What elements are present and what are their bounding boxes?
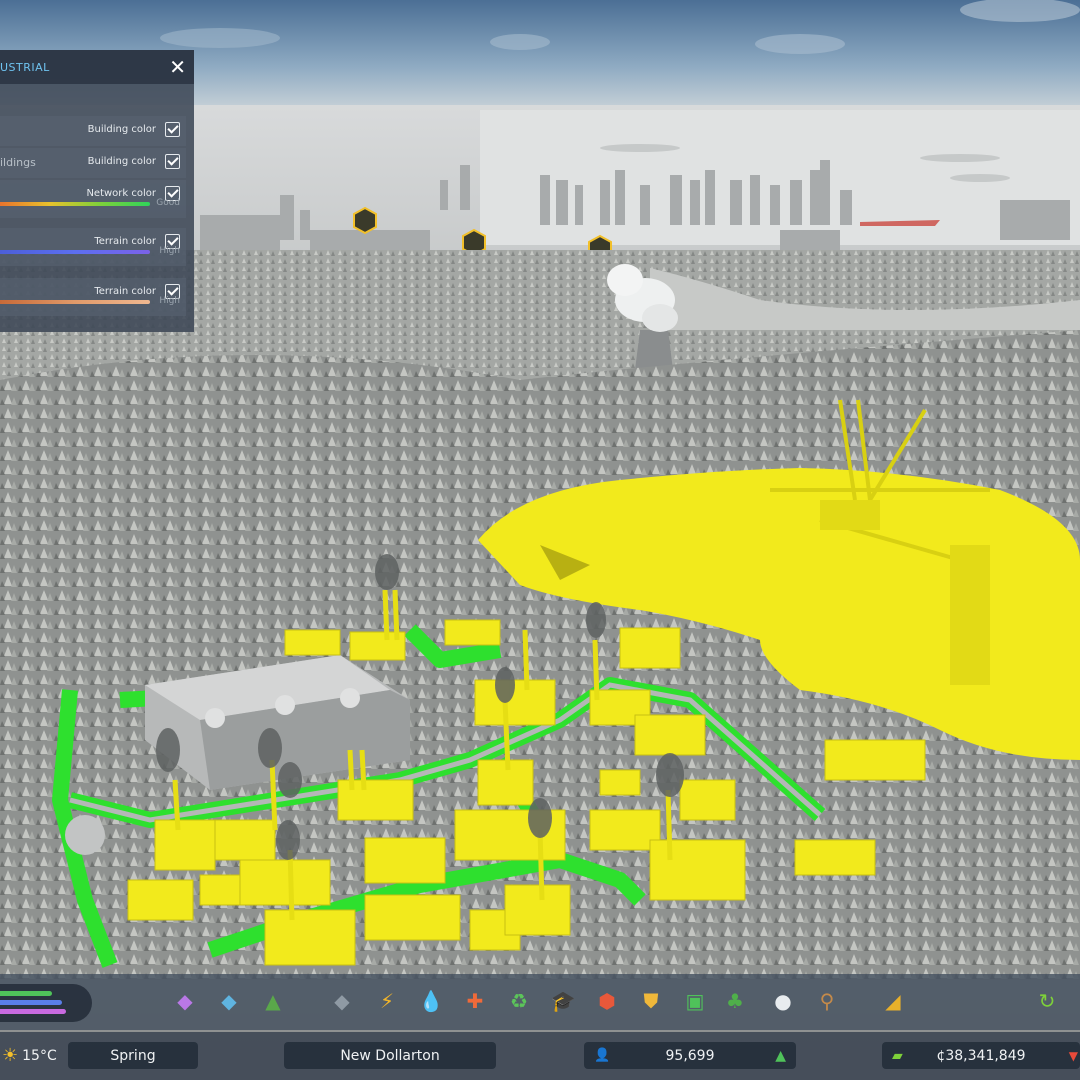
info-view-row: Terrain color High [0, 278, 186, 316]
down-arrow-icon: ▼ [1068, 1048, 1078, 1063]
row-option-label: Terrain color [94, 236, 156, 247]
roads-icon[interactable]: ◆ [327, 986, 357, 1016]
legend-gradient [0, 202, 150, 206]
city-name: New Dollarton [340, 1047, 440, 1064]
stat-bar [0, 1009, 66, 1014]
population: 95,699 [665, 1047, 715, 1064]
stat-bar [0, 991, 52, 996]
zoning-icon[interactable]: ◆ [170, 986, 200, 1016]
tree-icon: ▲ [775, 1047, 786, 1064]
undo-icon[interactable]: ↻ [1032, 986, 1062, 1016]
population-display[interactable]: 👤 95,699 ▲ [584, 1042, 796, 1069]
stat-bar [0, 1000, 63, 1005]
row-option-label: Building color [87, 124, 156, 135]
bulldozer-icon[interactable]: ◢ [878, 986, 908, 1016]
info-view-row: Terrain color High [0, 228, 186, 266]
city-name-display[interactable]: New Dollarton [284, 1042, 496, 1069]
legend-end-label: High [159, 296, 180, 306]
info-view-row: Network color Good [0, 180, 186, 218]
health-icon[interactable]: ✚ [460, 986, 490, 1016]
season: Spring [110, 1047, 156, 1064]
bottom-toolbar: ◆ ◆ ▲ ◆ ⚡ 💧 ✚ ♻ 🎓 ⬢ ⛊ ▣ ♣ ● ⚲ ◢ ↻ [0, 974, 1080, 1030]
money: ¢38,341,849 [936, 1047, 1026, 1064]
money-display[interactable]: ▰ ¢38,341,849 ▼ [882, 1042, 1080, 1069]
row-option-label: Network color [86, 188, 156, 199]
temperature: 15°C [22, 1047, 57, 1064]
area-icon[interactable]: ◆ [214, 986, 244, 1016]
money-icon: ▰ [892, 1047, 903, 1064]
panel-title: USTRIAL [0, 60, 50, 74]
legend-end-label: Good [156, 198, 180, 208]
electricity-icon[interactable]: ⚡ [372, 986, 402, 1016]
sun-icon: ☀ [2, 1045, 19, 1066]
season-display[interactable]: Spring [68, 1042, 198, 1069]
checkbox[interactable] [165, 122, 180, 137]
fire-icon[interactable]: ⬢ [592, 986, 622, 1016]
info-view-row: ildings Building color [0, 148, 186, 178]
city-stats-bars[interactable] [0, 984, 92, 1022]
legend-gradient [0, 250, 150, 254]
legend-end-label: High [159, 246, 180, 256]
row-label: ildings [0, 156, 36, 169]
weather-display[interactable]: ☀ 15°C [0, 1042, 64, 1069]
row-option-label: Terrain color [94, 286, 156, 297]
panel-header: USTRIAL ✕ [0, 50, 194, 84]
status-bar: ☀ 15°C Spring New Dollarton 👤 95,699 ▲ ▰… [0, 1032, 1080, 1080]
water-icon[interactable]: 💧 [416, 986, 446, 1016]
police-icon[interactable]: ⛊ [636, 986, 666, 1016]
landscaping-icon[interactable]: ⚲ [812, 986, 842, 1016]
transport-icon[interactable]: ▣ [680, 986, 710, 1016]
parks-icon[interactable]: ♣ [720, 986, 750, 1016]
legend-gradient [0, 300, 150, 304]
checkbox[interactable] [165, 154, 180, 169]
communications-icon[interactable]: ● [768, 986, 798, 1016]
close-icon[interactable]: ✕ [169, 57, 186, 77]
terrain-icon[interactable]: ▲ [258, 986, 288, 1016]
info-view-row: Building color [0, 116, 186, 146]
person-icon: 👤 [594, 1048, 611, 1063]
info-view-panel: USTRIAL ✕ Building color ildings Building … [0, 50, 194, 332]
garbage-icon[interactable]: ♻ [504, 986, 534, 1016]
education-icon[interactable]: 🎓 [548, 986, 578, 1016]
row-option-label: Building color [87, 156, 156, 167]
